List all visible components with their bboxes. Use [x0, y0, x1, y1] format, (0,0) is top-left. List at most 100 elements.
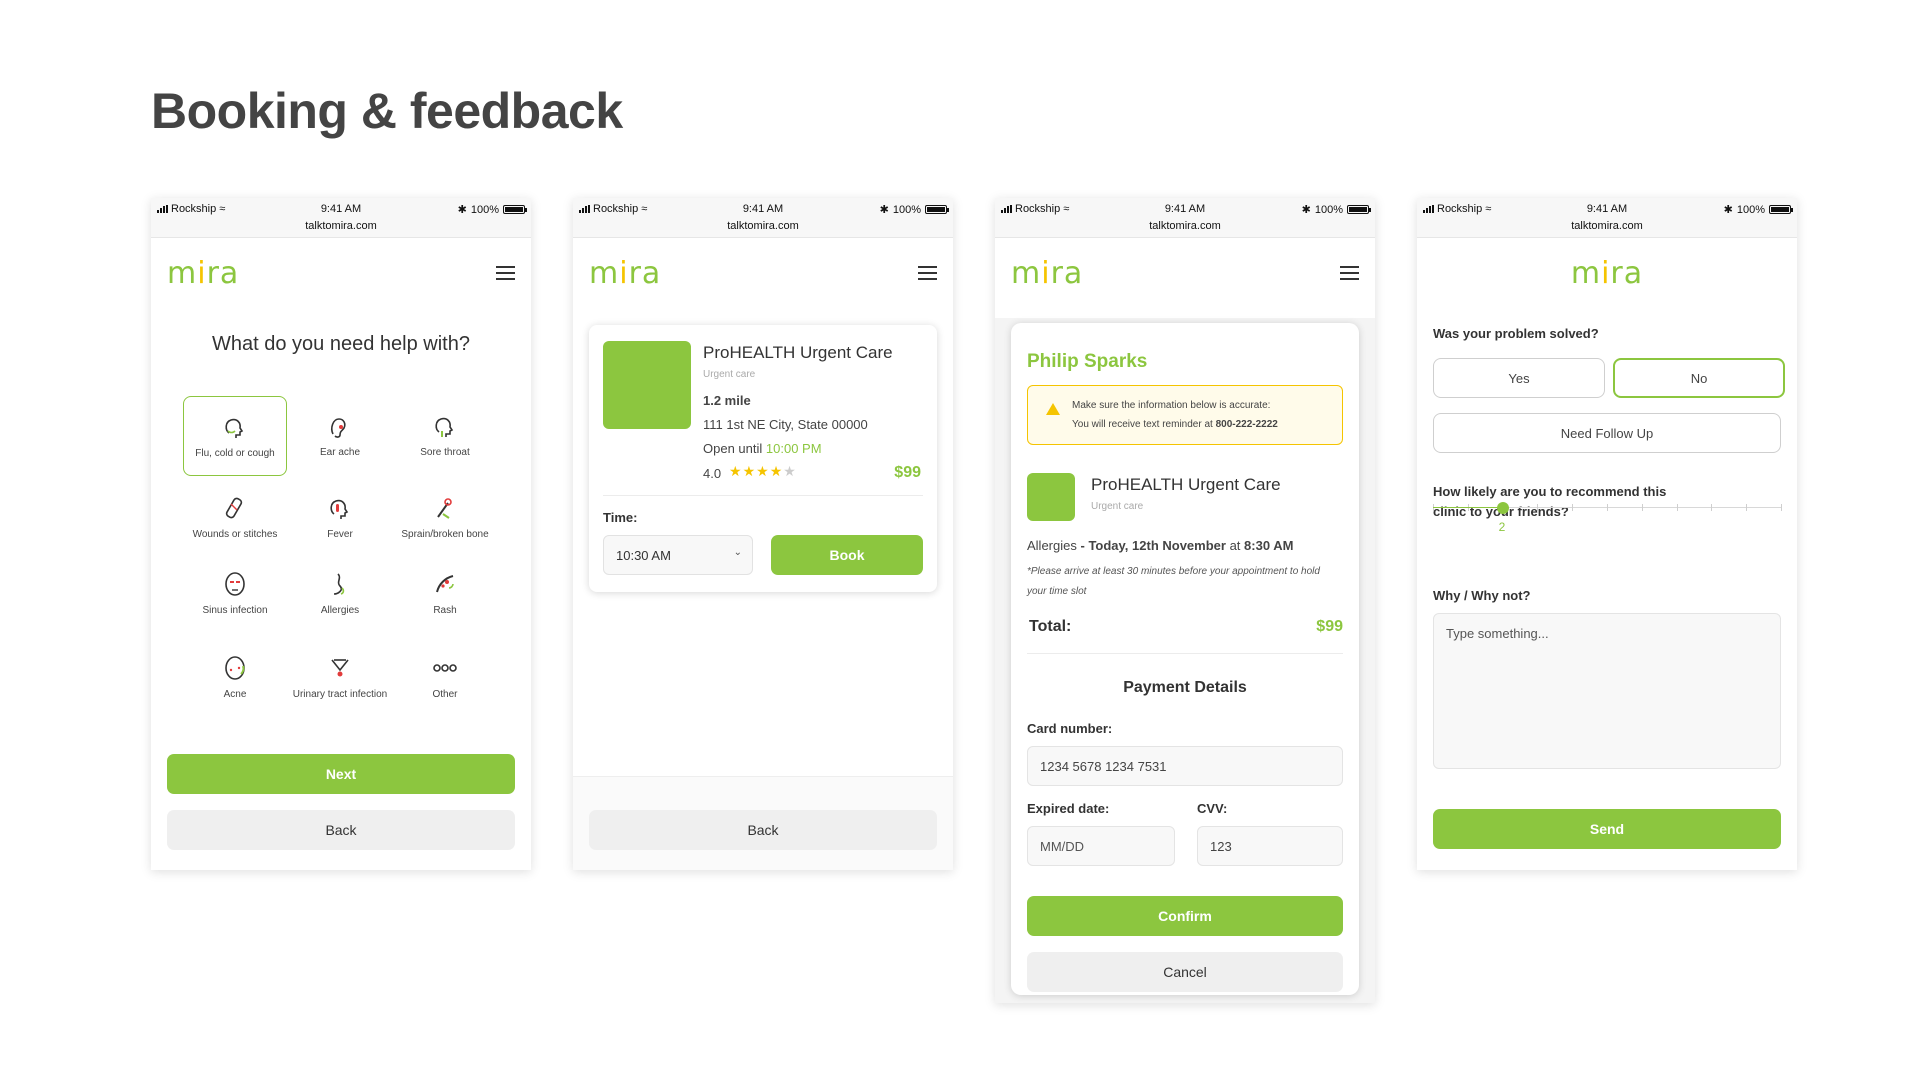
back-button[interactable]: Back [589, 810, 937, 850]
battery-percent: 100% [1314, 203, 1343, 216]
next-button[interactable]: Next [167, 754, 515, 794]
status-bar: Rockship ≈ 9:41 AM talktomira.com ✱ 100% [573, 198, 953, 238]
mira-logo[interactable]: mira [1011, 256, 1083, 291]
recommend-question-1: How likely are you to recommend this [1433, 484, 1667, 499]
url-bar[interactable]: talktomira.com [151, 220, 531, 232]
battery-percent: 100% [470, 203, 499, 216]
symptom-option[interactable]: Sprain/broken bone [393, 478, 497, 558]
appointment-line: Allergies - Today, 12th November at 8:30… [1027, 538, 1294, 553]
clinic-type: Urgent care [1091, 501, 1144, 512]
open-time: 10:00 PM [765, 441, 822, 456]
cvv-label: CVV: [1197, 801, 1228, 816]
symptom-option[interactable]: Sore throat [393, 396, 497, 476]
clinic-address: 111 1st NE City, State 00000 [703, 417, 868, 432]
slider-tick [1746, 504, 1748, 511]
status-bar: Rockship ≈ 9:41 AM talktomira.com ✱ 100% [1417, 198, 1797, 238]
star-filled-icon: ★ [769, 463, 784, 479]
symptom-label: Allergies [320, 605, 360, 616]
slider-tick [1711, 504, 1713, 511]
reminder-notice: Make sure the information below is accur… [1027, 385, 1343, 445]
bluetooth-icon: ✱ [1301, 204, 1311, 216]
card-number-label: Card number: [1027, 721, 1113, 736]
symptom-option[interactable]: Flu, cold or cough [183, 396, 287, 476]
follow-up-button[interactable]: Need Follow Up [1433, 413, 1781, 453]
throat-icon [435, 417, 454, 437]
symptom-label: Wounds or stitches [192, 529, 278, 540]
symptom-label: Acne [223, 689, 247, 700]
clinic-image [1027, 473, 1075, 521]
no-button[interactable]: No [1613, 358, 1785, 398]
battery-icon [925, 205, 949, 214]
symptom-label: Sprain/broken bone [401, 529, 489, 540]
symptom-label: Urinary tract infection [292, 689, 388, 700]
mira-logo[interactable]: mira [167, 256, 239, 291]
notice-phone-line: You will receive text reminder at 800-22… [1072, 419, 1278, 430]
rating-value: 4.0 [703, 466, 722, 481]
head-icon [225, 418, 244, 438]
clinic-distance: 1.2 mile [703, 393, 751, 408]
question-heading: What do you need help with? [212, 333, 470, 355]
url-bar[interactable]: talktomira.com [1417, 220, 1797, 232]
slider-handle[interactable] [1496, 502, 1509, 514]
card-number-input[interactable]: 1234 5678 1234 7531 [1027, 746, 1343, 786]
phone-clinic-booking: Rockship ≈ 9:41 AM talktomira.com ✱ 100%… [573, 198, 953, 870]
symptom-option[interactable]: Wounds or stitches [183, 478, 287, 558]
urinary-icon [331, 659, 349, 677]
slider-tick [1572, 504, 1574, 511]
cancel-button[interactable]: Cancel [1027, 952, 1343, 992]
clinic-name: ProHEALTH Urgent Care [703, 343, 893, 362]
book-button[interactable]: Book [771, 535, 923, 575]
warning-icon [1046, 403, 1060, 415]
bluetooth-icon: ✱ [1723, 204, 1733, 216]
url-bar[interactable]: talktomira.com [573, 220, 953, 232]
ear-icon [331, 418, 346, 438]
symptom-label: Sinus infection [202, 605, 268, 616]
solved-question: Was your problem solved? [1433, 326, 1599, 341]
slider-tick [1641, 504, 1643, 511]
symptom-label: Fever [327, 529, 353, 540]
battery-icon [503, 205, 527, 214]
symptom-label: Other [432, 689, 458, 700]
url-bar[interactable]: talktomira.com [995, 220, 1375, 232]
bandage-icon [225, 497, 243, 519]
send-button[interactable]: Send [1433, 809, 1781, 849]
menu-icon[interactable] [496, 266, 515, 280]
sinus-face-icon [225, 572, 245, 596]
symptom-option[interactable]: Other [393, 638, 497, 718]
symptom-label: Rash [433, 605, 457, 616]
chevron-down-icon: ⌄ [733, 547, 742, 558]
symptom-option[interactable]: Fever [288, 478, 392, 558]
confirm-button[interactable]: Confirm [1027, 896, 1343, 936]
symptom-option[interactable]: Acne [183, 638, 287, 718]
time-label: Time: [603, 510, 638, 525]
arrival-note-2: your time slot [1027, 586, 1087, 597]
back-button[interactable]: Back [167, 810, 515, 850]
page-title: Booking & feedback [151, 83, 623, 139]
thermometer-head-icon [330, 499, 349, 519]
expiry-input[interactable]: MM/DD [1027, 826, 1175, 866]
symptom-option[interactable]: Ear ache [288, 396, 392, 476]
clinic-name: ProHEALTH Urgent Care [1091, 475, 1281, 494]
symptom-label: Sore throat [420, 447, 470, 458]
slider-tick [1537, 504, 1539, 511]
star-filled-icon: ★ [729, 463, 743, 479]
yes-button[interactable]: Yes [1433, 358, 1605, 398]
menu-icon[interactable] [918, 266, 937, 280]
time-select[interactable]: 10:30 AM ⌄ [603, 535, 753, 575]
more-dots-icon [433, 664, 457, 672]
battery-percent: 100% [892, 203, 921, 216]
feedback-textarea[interactable]: Type something... [1433, 613, 1781, 769]
slider-tick [1676, 504, 1678, 511]
divider [1027, 653, 1343, 654]
symptom-label: Flu, cold or cough [195, 448, 275, 459]
cvv-input[interactable]: 123 [1197, 826, 1343, 866]
symptom-option[interactable]: Sinus infection [183, 554, 287, 634]
menu-icon[interactable] [1340, 266, 1359, 280]
phone-feedback: Rockship ≈ 9:41 AM talktomira.com ✱ 100%… [1417, 198, 1797, 870]
mira-logo[interactable]: mira [589, 256, 661, 291]
notice-text: Make sure the information below is accur… [1072, 400, 1271, 411]
symptom-option[interactable]: Rash [393, 554, 497, 634]
symptom-option[interactable]: Urinary tract infection [288, 638, 392, 718]
recommend-slider[interactable] [1417, 238, 1797, 278]
symptom-option[interactable]: Allergies [288, 554, 392, 634]
